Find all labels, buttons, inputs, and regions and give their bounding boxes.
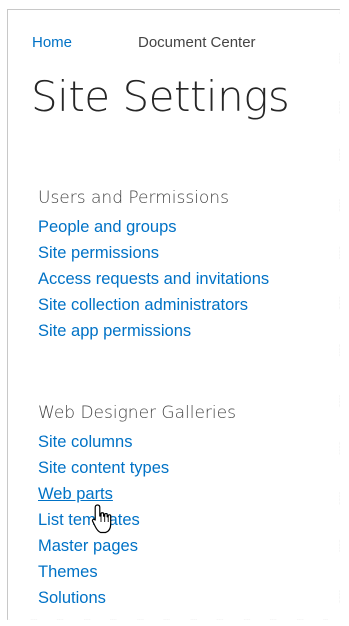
list-item: Access requests and invitations	[38, 270, 269, 296]
page-title: Site Settings	[31, 72, 290, 121]
people-and-groups-link[interactable]: People and groups	[38, 218, 177, 236]
list-item: Site permissions	[38, 244, 269, 270]
list-item: Site columns	[38, 433, 169, 459]
web-parts-link[interactable]: Web parts	[38, 485, 113, 503]
users-and-permissions-heading: Users and Permissions	[38, 188, 229, 208]
site-columns-link[interactable]: Site columns	[38, 433, 132, 451]
list-item: Site collection administrators	[38, 296, 269, 322]
list-item: Solutions	[38, 589, 169, 615]
web-designer-galleries-heading: Web Designer Galleries	[38, 403, 236, 423]
top-navigation: Home Document Center	[32, 34, 256, 51]
list-templates-link[interactable]: List templates	[38, 511, 140, 529]
list-item: Site app permissions	[38, 322, 269, 348]
master-pages-link[interactable]: Master pages	[38, 537, 138, 555]
site-app-permissions-link[interactable]: Site app permissions	[38, 322, 191, 340]
document-center-link[interactable]: Document Center	[138, 34, 256, 51]
hand-pointer-icon	[91, 504, 112, 534]
site-permissions-link[interactable]: Site permissions	[38, 244, 159, 262]
site-collection-administrators-link[interactable]: Site collection administrators	[38, 296, 248, 314]
list-item: Master pages	[38, 537, 169, 563]
themes-link[interactable]: Themes	[38, 563, 98, 581]
list-item: Site content types	[38, 459, 169, 485]
users-and-permissions-links: People and groups Site permissions Acces…	[38, 218, 269, 348]
site-content-types-link[interactable]: Site content types	[38, 459, 169, 477]
list-item: People and groups	[38, 218, 269, 244]
list-item: Themes	[38, 563, 169, 589]
home-link[interactable]: Home	[32, 34, 72, 51]
solutions-link[interactable]: Solutions	[38, 589, 106, 607]
access-requests-link[interactable]: Access requests and invitations	[38, 270, 269, 288]
